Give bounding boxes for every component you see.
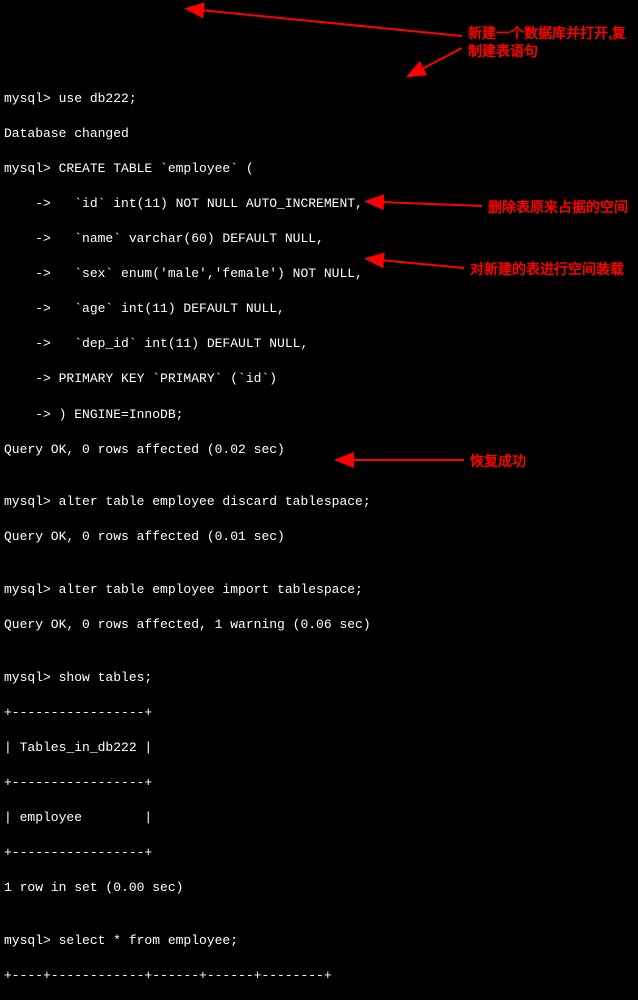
terminal-line: -> `dep_id` int(11) DEFAULT NULL,	[4, 335, 634, 353]
terminal-line: | employee |	[4, 809, 634, 827]
terminal-line: -> `age` int(11) DEFAULT NULL,	[4, 300, 634, 318]
terminal-line: +-----------------+	[4, 774, 634, 792]
terminal-line: +----+------------+------+------+-------…	[4, 967, 634, 985]
terminal-line: -> `name` varchar(60) DEFAULT NULL,	[4, 230, 634, 248]
terminal-line: -> ) ENGINE=InnoDB;	[4, 406, 634, 424]
terminal-line: Database changed	[4, 125, 634, 143]
terminal-line: mysql> CREATE TABLE `employee` (	[4, 160, 634, 178]
terminal-line: mysql> use db222;	[4, 90, 634, 108]
terminal-line: +-----------------+	[4, 844, 634, 862]
terminal-line: mysql> show tables;	[4, 669, 634, 687]
annotation-success: 恢复成功	[470, 452, 526, 470]
annotation-create-db: 新建一个数据库并打开,复制建表语句	[468, 24, 628, 60]
annotation-discard-tablespace: 删除表原来占据的空间	[488, 198, 628, 216]
terminal-line: | Tables_in_db222 |	[4, 739, 634, 757]
terminal-line: Query OK, 0 rows affected (0.01 sec)	[4, 528, 634, 546]
terminal-line: +-----------------+	[4, 704, 634, 722]
terminal-line: mysql> alter table employee discard tabl…	[4, 493, 634, 511]
annotation-import-tablespace: 对新建的表进行空间装载	[470, 260, 624, 278]
terminal-line: mysql> select * from employee;	[4, 932, 634, 950]
terminal-line: 1 row in set (0.00 sec)	[4, 879, 634, 897]
terminal-line: mysql> alter table employee import table…	[4, 581, 634, 599]
terminal-line: Query OK, 0 rows affected, 1 warning (0.…	[4, 616, 634, 634]
terminal-line: -> PRIMARY KEY `PRIMARY` (`id`)	[4, 370, 634, 388]
terminal-line: Query OK, 0 rows affected (0.02 sec)	[4, 441, 634, 459]
